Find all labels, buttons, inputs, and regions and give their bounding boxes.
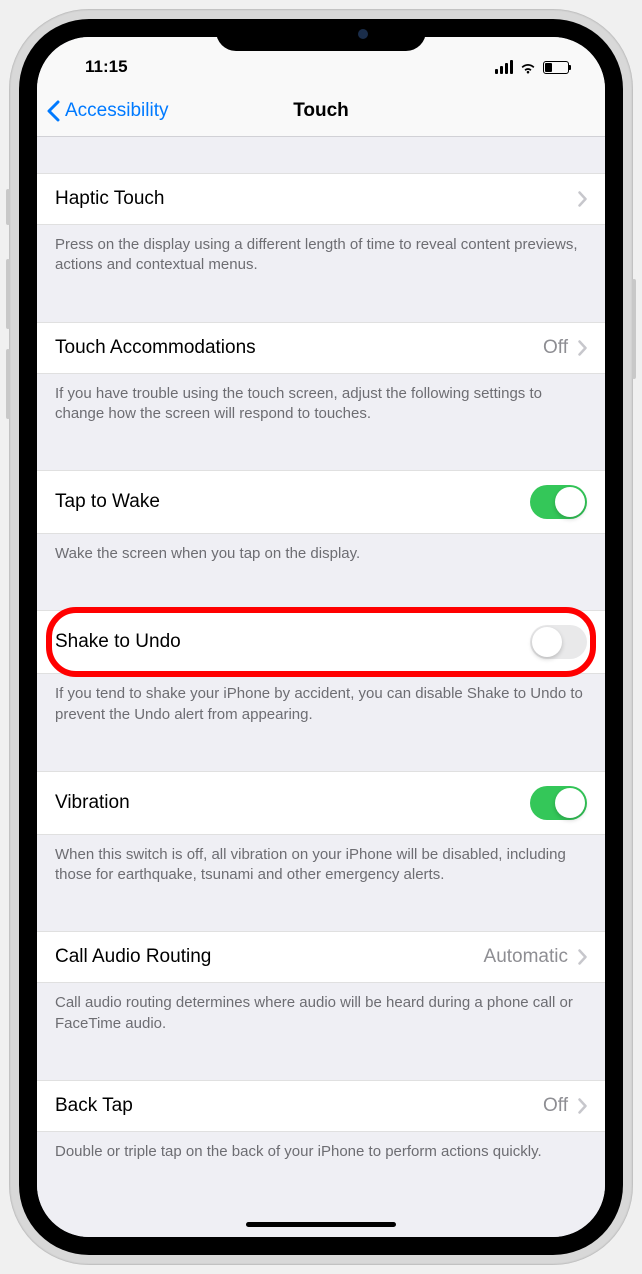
cell-label: Back Tap	[55, 1095, 133, 1117]
touch-accommodations-footer: If you have trouble using the touch scre…	[37, 374, 605, 435]
haptic-touch-row[interactable]: Haptic Touch	[37, 173, 605, 225]
back-label: Accessibility	[65, 100, 168, 122]
volume-up-button	[6, 259, 10, 329]
vibration-row: Vibration	[37, 771, 605, 835]
shake-to-undo-toggle[interactable]	[530, 625, 587, 659]
home-indicator[interactable]	[246, 1222, 396, 1227]
power-button	[632, 279, 636, 379]
shake-to-undo-row: Shake to Undo	[37, 610, 605, 674]
device-frame: 11:15 Ac	[9, 9, 633, 1265]
chevron-right-icon	[578, 191, 587, 207]
cell-label: Vibration	[55, 792, 130, 814]
tap-to-wake-footer: Wake the screen when you tap on the disp…	[37, 534, 605, 574]
chevron-right-icon	[578, 949, 587, 965]
back-tap-footer: Double or triple tap on the back of your…	[37, 1132, 605, 1172]
chevron-right-icon	[578, 340, 587, 356]
cellular-signal-icon	[495, 60, 513, 74]
cell-label: Haptic Touch	[55, 188, 165, 210]
status-time: 11:15	[85, 57, 128, 77]
chevron-left-icon	[47, 100, 61, 122]
status-icons	[495, 60, 569, 74]
page-title: Touch	[293, 100, 349, 122]
silent-switch	[6, 189, 10, 225]
call-audio-routing-footer: Call audio routing determines where audi…	[37, 983, 605, 1044]
volume-down-button	[6, 349, 10, 419]
vibration-toggle[interactable]	[530, 786, 587, 820]
cell-value: Off	[543, 1095, 568, 1117]
call-audio-routing-row[interactable]: Call Audio Routing Automatic	[37, 931, 605, 983]
settings-content[interactable]: Haptic Touch Press on the display using …	[37, 137, 605, 1237]
shake-to-undo-footer: If you tend to shake your iPhone by acci…	[37, 674, 605, 735]
screen: 11:15 Ac	[37, 37, 605, 1237]
back-button[interactable]: Accessibility	[47, 100, 168, 122]
notch	[216, 19, 426, 51]
battery-icon	[543, 61, 569, 74]
cell-value: Automatic	[484, 946, 568, 968]
cell-label: Touch Accommodations	[55, 337, 256, 359]
tap-to-wake-toggle[interactable]	[530, 485, 587, 519]
navigation-bar: Accessibility Touch	[37, 85, 605, 137]
cell-value: Off	[543, 337, 568, 359]
cell-label: Tap to Wake	[55, 491, 160, 513]
device-bezel: 11:15 Ac	[19, 19, 623, 1255]
tap-to-wake-row: Tap to Wake	[37, 470, 605, 534]
cell-label: Call Audio Routing	[55, 946, 211, 968]
wifi-icon	[519, 61, 537, 74]
back-tap-row[interactable]: Back Tap Off	[37, 1080, 605, 1132]
cell-label: Shake to Undo	[55, 631, 181, 653]
haptic-touch-footer: Press on the display using a different l…	[37, 225, 605, 286]
touch-accommodations-row[interactable]: Touch Accommodations Off	[37, 322, 605, 374]
chevron-right-icon	[578, 1098, 587, 1114]
vibration-footer: When this switch is off, all vibration o…	[37, 835, 605, 896]
